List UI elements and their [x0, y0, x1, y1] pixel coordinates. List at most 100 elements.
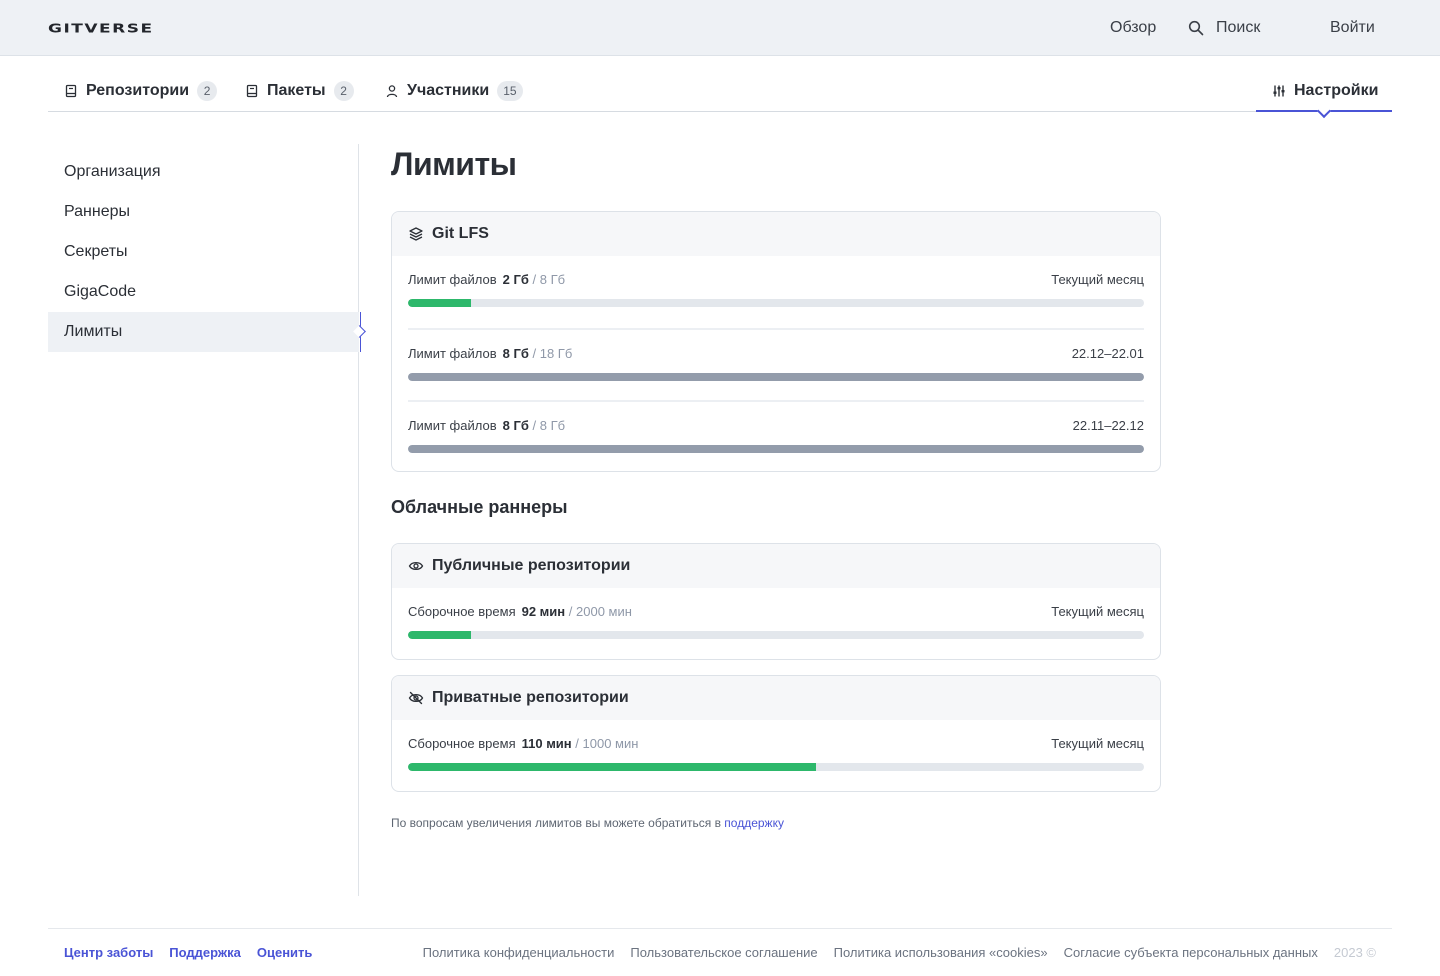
tab-members-label: Участники: [407, 82, 490, 99]
limit-label: Сборочное время: [408, 604, 516, 619]
tab-packages-count: 2: [333, 81, 354, 101]
limits-footnote: По вопросам увеличения лимитов вы можете…: [391, 816, 784, 830]
top-header: GITVERSE Обзор Поиск Войти: [0, 0, 1440, 56]
footnote-text: По вопросам увеличения лимитов вы можете…: [391, 816, 725, 830]
limit-label: Лимит файлов: [408, 346, 497, 361]
private-repos-card: Приватные репозитории Сборочное время 110…: [391, 675, 1161, 792]
tab-settings-label: Настройки: [1294, 82, 1379, 99]
limit-row: Лимит файлов 8 Гб / 18 Гб 22.12–22.01: [408, 328, 1144, 400]
user-icon: [385, 84, 399, 98]
private-repos-title: Приватные репозитории: [432, 689, 629, 706]
limit-period: 22.11–22.12: [1072, 418, 1144, 433]
limit-used: 92 мин: [521, 604, 566, 619]
limit-progress-fill: [408, 373, 1144, 381]
private-repos-card-header: Приватные репозитории: [392, 676, 1160, 720]
public-repos-card: Публичные репозитории Сборочное время 92 …: [391, 543, 1161, 660]
cloud-runners-title: Облачные раннеры: [391, 497, 568, 517]
limit-progress-bar: [408, 445, 1144, 453]
limit-row-text: Лимит файлов 2 Гб / 8 Гб: [408, 272, 565, 287]
footer-link-user-agreement[interactable]: Пользовательское соглашение: [630, 945, 817, 960]
limit-label: Сборочное время: [408, 736, 516, 751]
footer-link-cookies-policy[interactable]: Политика использования «cookies»: [834, 945, 1048, 960]
footer-link-privacy-policy[interactable]: Политика конфиденциальности: [423, 945, 615, 960]
limit-total: / 18 Гб: [532, 346, 573, 361]
limit-row: Сборочное время 110 мин / 1000 мин Текущи…: [408, 720, 1144, 791]
limit-row-text: Лимит файлов 8 Гб / 18 Гб: [408, 346, 572, 361]
limit-used: 110 мин: [521, 736, 572, 751]
limit-progress-bar: [408, 631, 1144, 639]
footer-copyright: 2023 ©: [1333, 945, 1376, 960]
tab-active-indicator: [1316, 103, 1332, 119]
limit-row-text: Сборочное время 92 мин / 2000 мин: [408, 604, 632, 619]
limit-total: / 2000 мин: [568, 604, 632, 619]
public-repos-card-header: Публичные репозитории: [392, 544, 1160, 588]
sidebar-active-indicator: [355, 312, 361, 352]
page-title: Лимиты: [391, 146, 517, 182]
sliders-icon: [1272, 84, 1286, 98]
nav-search-label: Поиск: [1216, 19, 1261, 36]
limit-progress-bar: [408, 763, 1144, 771]
tab-repositories-count: 2: [197, 81, 218, 101]
gitverse-logo[interactable]: GITVERSE: [48, 22, 154, 36]
limit-total: / 8 Гб: [532, 272, 566, 287]
limit-period: 22.12–22.01: [1071, 346, 1144, 361]
tab-members-count: 15: [497, 81, 523, 101]
tab-repositories-label: Репозитории: [86, 82, 190, 99]
limit-period: Текущий месяц: [1051, 604, 1144, 619]
footer-link-personal-data-consent[interactable]: Согласие субъекта персональных данных: [1064, 945, 1318, 960]
limit-used: 8 Гб: [502, 418, 529, 433]
limit-row: Сборочное время 92 мин / 2000 мин Текущий…: [408, 588, 1144, 659]
footer-primary-links: Центр заботы Поддержка Оценить: [64, 945, 312, 960]
nav-search-link[interactable]: Поиск: [1188, 18, 1260, 38]
sidebar-item-limits-label: Лимиты: [64, 323, 123, 340]
settings-sidebar: Организация Раннеры Секреты GigaCode Лим…: [48, 144, 361, 896]
tab-packages-label: Пакеты: [267, 82, 326, 99]
eye-icon: [408, 558, 424, 574]
limit-progress-fill: [408, 631, 472, 639]
footer-legal-links: Политика конфиденциальности Пользователь…: [423, 945, 1376, 960]
page-footer: Центр заботы Поддержка Оценить Политика …: [48, 928, 1392, 976]
nav-overview-link[interactable]: Обзор: [1110, 18, 1156, 38]
git-lfs-card-header: Git LFS: [392, 212, 1160, 256]
limit-progress-fill: [408, 299, 472, 307]
limit-total: / 8 Гб: [532, 418, 566, 433]
footer-link-rate[interactable]: Оценить: [257, 945, 313, 960]
repo-icon: [64, 84, 78, 98]
public-repos-title: Публичные репозитории: [432, 557, 631, 574]
tab-members[interactable]: Участники 15: [385, 76, 523, 112]
limit-label: Лимит файлов: [408, 272, 497, 287]
tab-packages[interactable]: Пакеты 2: [245, 76, 354, 112]
login-link[interactable]: Войти: [1330, 18, 1375, 38]
git-lfs-title: Git LFS: [432, 225, 489, 242]
search-icon: [1188, 20, 1204, 36]
sidebar-item-organization[interactable]: Организация: [48, 152, 359, 192]
limit-period: Текущий месяц: [1051, 272, 1144, 287]
limit-period: Текущий месяц: [1051, 736, 1144, 751]
layers-icon: [408, 226, 424, 242]
limit-used: 8 Гб: [502, 346, 529, 361]
tab-settings[interactable]: Настройки: [1256, 76, 1392, 119]
org-tabs: Репозитории 2 Пакеты 2 Участники 15 Наст…: [48, 76, 1392, 119]
limit-progress-fill: [408, 445, 1144, 453]
limit-row: Лимит файлов 2 Гб / 8 Гб Текущий месяц: [408, 256, 1144, 328]
limit-used: 2 Гб: [502, 272, 529, 287]
footer-link-care-center[interactable]: Центр заботы: [64, 945, 153, 960]
limit-row-text: Лимит файлов 8 Гб / 8 Гб: [408, 418, 565, 433]
limit-progress-fill: [408, 763, 817, 771]
limit-label: Лимит файлов: [408, 418, 497, 433]
footer-link-support[interactable]: Поддержка: [169, 945, 241, 960]
support-link[interactable]: поддержку: [724, 816, 784, 830]
sidebar-item-secrets[interactable]: Секреты: [48, 232, 359, 272]
sidebar-item-limits[interactable]: Лимиты: [48, 312, 361, 352]
limit-progress-bar: [408, 373, 1144, 381]
package-icon: [245, 84, 259, 98]
tab-repositories[interactable]: Репозитории 2: [64, 76, 218, 112]
git-lfs-card: Git LFS Лимит файлов 2 Гб / 8 Гб Текущий …: [391, 211, 1161, 472]
limit-total: / 1000 мин: [575, 736, 639, 751]
limit-row-text: Сборочное время 110 мин / 1000 мин: [408, 736, 638, 751]
sidebar-item-gigacode[interactable]: GigaCode: [48, 272, 359, 312]
limit-progress-bar: [408, 299, 1144, 307]
eye-off-icon: [408, 690, 424, 706]
limit-row: Лимит файлов 8 Гб / 8 Гб 22.11–22.12: [408, 400, 1144, 471]
sidebar-item-runners[interactable]: Раннеры: [48, 192, 359, 232]
